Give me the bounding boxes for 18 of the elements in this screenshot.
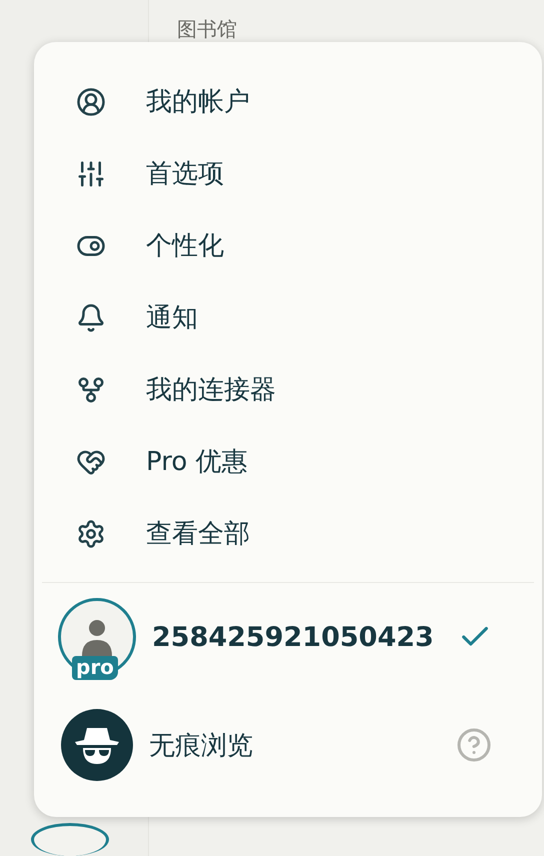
bell-icon [76, 303, 106, 333]
fork-icon [76, 375, 106, 405]
menu-item[interactable]: 我的连接器 [34, 354, 542, 426]
account-item[interactable]: 无痕浏览 [34, 691, 542, 799]
help-icon[interactable] [456, 727, 492, 763]
library-heading: 图书馆 [177, 18, 238, 40]
menu-item[interactable]: Pro 优惠 [34, 426, 542, 498]
menu-item[interactable]: 我的帐户 [34, 66, 542, 138]
settings-icon [76, 519, 106, 549]
menu-item[interactable]: 个性化 [34, 210, 542, 282]
menu-item[interactable]: 通知 [34, 282, 542, 354]
pro-badge: pro [72, 656, 118, 680]
sliders-icon [76, 159, 106, 189]
menu-item[interactable]: 查看全部 [34, 498, 542, 570]
account-item[interactable]: pro 258425921050423 [34, 583, 542, 691]
person-icon [80, 618, 114, 656]
menu-item[interactable]: 首选项 [34, 138, 542, 210]
user-circle-icon [76, 87, 106, 117]
